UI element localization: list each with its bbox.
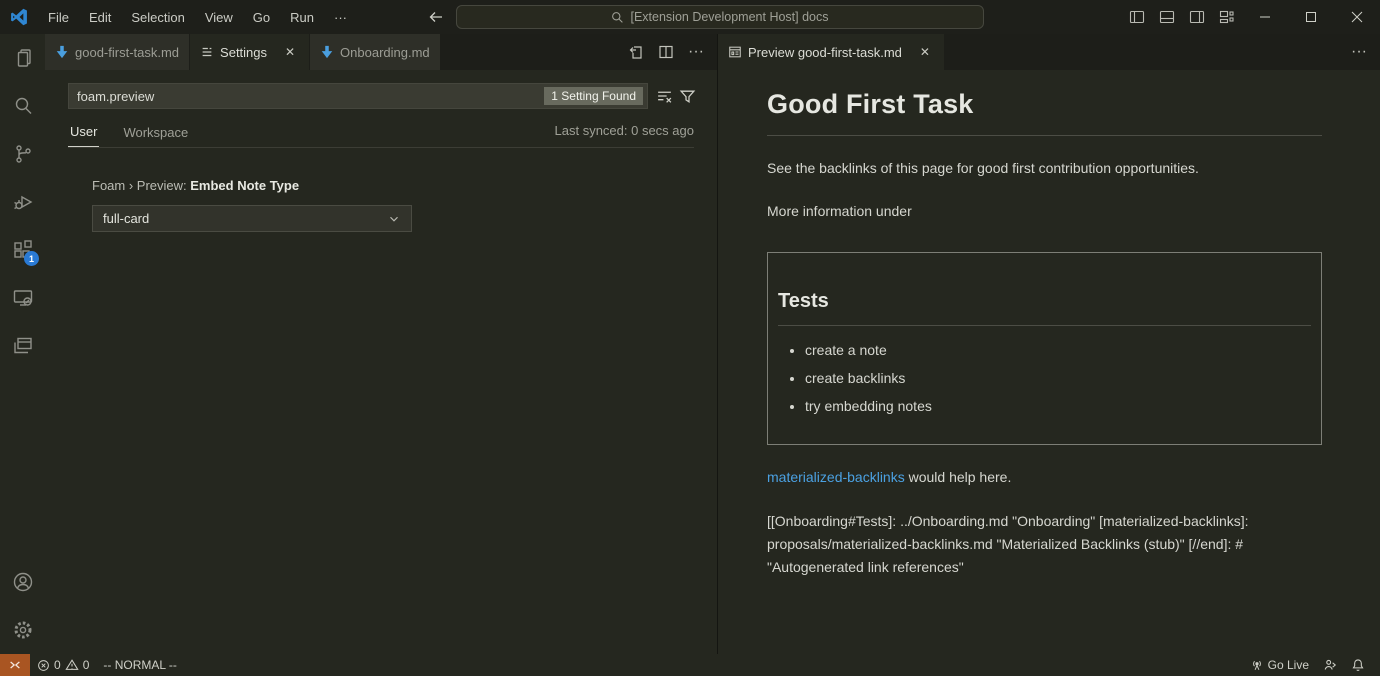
chevron-down-icon: [387, 212, 401, 226]
remote-explorer-icon[interactable]: [0, 274, 45, 322]
tab-bar-left: good-first-task.md Settings ✕ Onboarding…: [45, 34, 717, 70]
toggle-panel-icon[interactable]: [1152, 0, 1182, 34]
extensions-badge: 1: [24, 251, 39, 266]
menu-view[interactable]: View: [196, 6, 242, 29]
embedded-note-list: create a note create backlinks try embed…: [778, 340, 1311, 417]
activity-bar: 1: [0, 34, 45, 654]
vscode-logo-icon: [9, 7, 29, 27]
bell-icon: [1351, 658, 1365, 672]
list-item: try embedding notes: [805, 396, 1311, 417]
last-synced-label: Last synced: 0 secs ago: [555, 123, 694, 145]
remote-icon: [8, 658, 22, 672]
tab-label: Onboarding.md: [340, 45, 430, 60]
extensions-icon[interactable]: 1: [0, 226, 45, 274]
menu-file[interactable]: File: [39, 6, 78, 29]
tab-label: Preview good-first-task.md: [748, 45, 902, 60]
toggle-primary-sidebar-icon[interactable]: [1122, 0, 1152, 34]
menu-run[interactable]: Run: [281, 6, 323, 29]
clear-settings-filter-icon[interactable]: [656, 88, 673, 105]
search-icon: [611, 11, 624, 24]
tab-good-first-task[interactable]: good-first-task.md: [45, 34, 190, 70]
scope-tab-workspace[interactable]: Workspace: [121, 121, 190, 147]
tab-bar-right: Preview good-first-task.md ✕ ···: [718, 34, 1380, 70]
tab-onboarding[interactable]: Onboarding.md: [310, 34, 441, 70]
status-bar: 0 0 -- NORMAL -- Go Live: [0, 654, 1380, 676]
markdown-file-icon: [55, 45, 69, 59]
go-live-button[interactable]: Go Live: [1243, 654, 1316, 676]
source-control-icon[interactable]: [0, 130, 45, 178]
errors-count: 0: [54, 658, 61, 672]
preview-paragraph: See the backlinks of this page for good …: [767, 158, 1322, 179]
scope-tab-user[interactable]: User: [68, 120, 99, 147]
open-settings-json-icon[interactable]: [623, 39, 649, 65]
preview-title: Good First Task: [767, 84, 1322, 136]
setting-embed-note-type: Foam › Preview: Embed Note Type full-car…: [68, 178, 717, 232]
live-share-button[interactable]: [1316, 654, 1344, 676]
embedded-note-card: Tests create a note create backlinks try…: [767, 252, 1322, 445]
markdown-preview-icon: [728, 45, 742, 59]
broadcast-icon: [1250, 658, 1264, 672]
toggle-secondary-sidebar-icon[interactable]: [1182, 0, 1212, 34]
menu-bar: File Edit Selection View Go Run ···: [39, 6, 356, 29]
remote-indicator[interactable]: [0, 654, 30, 676]
menu-edit[interactable]: Edit: [80, 6, 120, 29]
menu-go[interactable]: Go: [244, 6, 279, 29]
tab-settings[interactable]: Settings ✕: [190, 34, 310, 70]
command-center-label: [Extension Development Host] docs: [630, 10, 828, 24]
filter-settings-icon[interactable]: [679, 88, 696, 105]
warnings-icon: [65, 658, 79, 672]
more-actions-icon[interactable]: ···: [683, 39, 709, 65]
embed-note-type-select[interactable]: full-card: [92, 205, 412, 232]
preview-paragraph: More information under: [767, 201, 1322, 222]
editor-group-left: good-first-task.md Settings ✕ Onboarding…: [45, 34, 717, 654]
explorer-icon[interactable]: [0, 34, 45, 82]
editor-group-right: Preview good-first-task.md ✕ ··· Good Fi…: [717, 34, 1380, 654]
run-debug-icon[interactable]: [0, 178, 45, 226]
settings-scope-tabs: User Workspace Last synced: 0 secs ago: [68, 120, 694, 148]
markdown-file-icon: [320, 45, 334, 59]
settings-found-badge: 1 Setting Found: [544, 87, 643, 105]
settings-editor: 1 Setting Found: [45, 70, 717, 654]
notifications-button[interactable]: [1344, 654, 1372, 676]
settings-editor-icon: [200, 45, 214, 59]
windows-icon[interactable]: [0, 322, 45, 370]
menu-selection[interactable]: Selection: [122, 6, 193, 29]
vim-mode-indicator[interactable]: -- NORMAL --: [96, 654, 184, 676]
maximize-button[interactable]: [1288, 0, 1334, 34]
menu-more[interactable]: ···: [325, 6, 356, 29]
link-references-paragraph: [[Onboarding#Tests]: ../Onboarding.md "O…: [767, 510, 1322, 579]
minimize-button[interactable]: [1242, 0, 1288, 34]
live-share-icon: [1323, 658, 1337, 672]
close-window-button[interactable]: [1334, 0, 1380, 34]
vscode-window: File Edit Selection View Go Run ··· [Ext…: [0, 0, 1380, 676]
errors-icon: [37, 659, 50, 672]
materialized-backlinks-link[interactable]: materialized-backlinks: [767, 469, 905, 485]
select-value: full-card: [103, 211, 149, 226]
go-back-icon[interactable]: [428, 9, 444, 25]
accounts-icon[interactable]: [0, 558, 45, 606]
embedded-note-title: Tests: [778, 286, 1311, 326]
close-tab-icon[interactable]: ✕: [916, 43, 934, 61]
command-center-search[interactable]: [Extension Development Host] docs: [456, 5, 984, 29]
settings-search-input[interactable]: [77, 89, 544, 104]
setting-title: Foam › Preview: Embed Note Type: [92, 178, 717, 193]
settings-gear-icon[interactable]: [0, 606, 45, 654]
settings-search-box: 1 Setting Found: [68, 83, 648, 109]
split-editor-icon[interactable]: [653, 39, 679, 65]
search-icon[interactable]: [0, 82, 45, 130]
list-item: create a note: [805, 340, 1311, 361]
markdown-preview: Good First Task See the backlinks of thi…: [718, 70, 1380, 654]
problems-indicator[interactable]: 0 0: [30, 654, 96, 676]
list-item: create backlinks: [805, 368, 1311, 389]
customize-layout-icon[interactable]: [1212, 0, 1242, 34]
close-tab-icon[interactable]: ✕: [281, 43, 299, 61]
preview-paragraph: materialized-backlinks would help here.: [767, 467, 1322, 488]
more-actions-icon[interactable]: ···: [1346, 39, 1372, 65]
tab-label: Settings: [220, 45, 267, 60]
tab-label: good-first-task.md: [75, 45, 179, 60]
tab-preview-good-first-task[interactable]: Preview good-first-task.md ✕: [718, 34, 945, 70]
warnings-count: 0: [83, 658, 90, 672]
title-bar: File Edit Selection View Go Run ··· [Ext…: [0, 0, 1380, 34]
